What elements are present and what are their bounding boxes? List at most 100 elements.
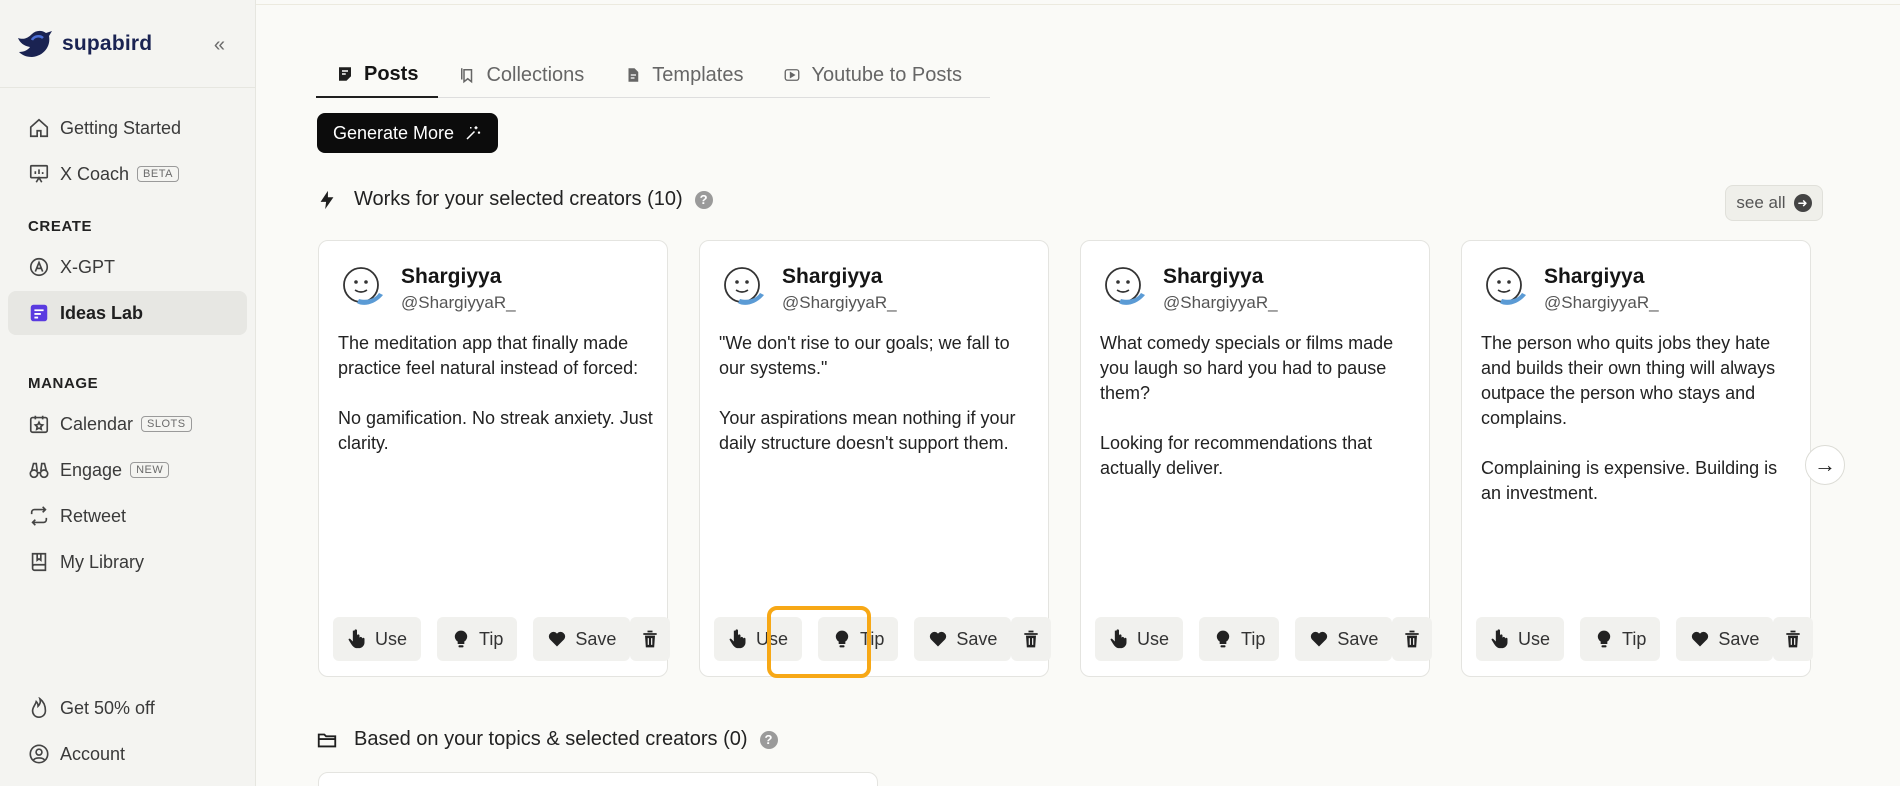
tab-label: Youtube to Posts xyxy=(811,63,962,86)
sidebar-item-label: X Coach xyxy=(60,163,130,184)
author-name: Shargiyya xyxy=(401,265,502,288)
home-icon xyxy=(29,118,49,138)
help-icon[interactable]: ? xyxy=(694,190,713,209)
tip-label: Tip xyxy=(1622,628,1647,649)
carousel-next-button[interactable]: → xyxy=(1805,445,1845,485)
use-label: Use xyxy=(1137,628,1170,649)
post-card: Shargiyya @ShargiyyaR_ "We don't rise to… xyxy=(699,240,1052,677)
tab-youtube-to-posts[interactable]: Youtube to Posts xyxy=(763,52,982,98)
ideas-lab-icon xyxy=(30,304,48,322)
tip-button[interactable]: Tip xyxy=(437,617,518,661)
use-label: Use xyxy=(1518,628,1551,649)
save-label: Save xyxy=(1337,628,1379,649)
sidebar-item-retweet[interactable]: Retweet xyxy=(8,494,247,538)
card-actions: Use Tip Save xyxy=(1095,617,1433,661)
see-all-label: see all xyxy=(1736,193,1786,212)
use-button[interactable]: Use xyxy=(714,617,803,661)
sidebar-item-label: Ideas Lab xyxy=(60,302,144,323)
trash-icon xyxy=(1405,630,1420,648)
calendar-icon xyxy=(29,415,49,434)
arrow-right-icon: ➜ xyxy=(1793,194,1812,212)
hand-pointer-icon xyxy=(1110,629,1127,649)
delete-button[interactable] xyxy=(1392,617,1433,661)
heart-icon xyxy=(549,631,566,647)
help-icon[interactable]: ? xyxy=(759,730,778,749)
use-button[interactable]: Use xyxy=(333,617,422,661)
section-works-title: Works for your selected creators (10) xyxy=(354,188,683,210)
author-handle: @ShargiyyaR_ xyxy=(1544,293,1659,312)
tip-button[interactable]: Tip xyxy=(818,617,899,661)
author-handle: @ShargiyyaR_ xyxy=(782,293,897,312)
sidebar-item-ideas-lab[interactable]: Ideas Lab xyxy=(8,291,247,335)
sidebar-item-x-gpt[interactable]: X-GPT xyxy=(8,245,247,289)
post-card: Shargiyya @ShargiyyaR_ What comedy speci… xyxy=(1080,240,1433,677)
see-all-button[interactable]: see all ➜ xyxy=(1725,185,1823,221)
sidebar: supabird « Getting Started X Coach BETA … xyxy=(0,0,256,786)
binoculars-icon xyxy=(29,462,49,479)
sidebar-item-label: Engage xyxy=(60,459,123,480)
templates-icon xyxy=(628,68,639,82)
use-label: Use xyxy=(756,628,789,649)
nav-top: Getting Started X Coach BETA xyxy=(0,106,255,196)
brand-name: supabird xyxy=(62,31,153,55)
heart-icon xyxy=(1692,631,1709,647)
trash-icon xyxy=(1786,630,1801,648)
save-button[interactable]: Save xyxy=(1676,617,1774,661)
sidebar-item-getting-started[interactable]: Getting Started xyxy=(8,106,247,150)
tab-label: Templates xyxy=(652,63,744,86)
sidebar-item-engage[interactable]: Engage NEW xyxy=(8,448,247,492)
tip-button[interactable]: Tip xyxy=(1580,617,1661,661)
save-button[interactable]: Save xyxy=(1295,617,1393,661)
slots-badge: SLOTS xyxy=(141,416,192,432)
sidebar-item-get-50-off[interactable]: Get 50% off xyxy=(8,686,247,730)
avatar xyxy=(1486,267,1526,305)
lightbulb-icon xyxy=(1216,630,1230,648)
card-header: Shargiyya @ShargiyyaR_ xyxy=(1101,263,1278,313)
nav-bottom: Get 50% off Account xyxy=(8,686,247,778)
sidebar-item-calendar[interactable]: Calendar SLOTS xyxy=(8,402,247,446)
lightning-icon xyxy=(320,190,334,209)
sidebar-item-x-coach[interactable]: X Coach BETA xyxy=(8,152,247,196)
delete-button[interactable] xyxy=(630,617,671,661)
heart-icon xyxy=(930,631,947,647)
sidebar-item-label: Get 50% off xyxy=(60,697,155,718)
new-badge: NEW xyxy=(130,462,170,478)
lightbulb-icon xyxy=(454,630,468,648)
presentation-icon xyxy=(29,164,49,183)
retweet-icon xyxy=(30,506,48,526)
tip-label: Tip xyxy=(1241,628,1266,649)
avatar xyxy=(1105,267,1145,305)
tab-label: Collections xyxy=(486,63,585,86)
brand-header: supabird « xyxy=(0,0,255,88)
card-header: Shargiyya @ShargiyyaR_ xyxy=(1482,263,1659,313)
sidebar-item-account[interactable]: Account xyxy=(8,732,247,776)
sidebar-item-label: Getting Started xyxy=(60,117,182,138)
author-name: Shargiyya xyxy=(782,265,883,288)
delete-button[interactable] xyxy=(1011,617,1052,661)
sidebar-item-label: X-GPT xyxy=(60,256,116,277)
author-name: Shargiyya xyxy=(1163,265,1264,288)
save-button[interactable]: Save xyxy=(914,617,1012,661)
hand-pointer-icon xyxy=(729,629,746,649)
use-button[interactable]: Use xyxy=(1095,617,1184,661)
arrow-right-icon: → xyxy=(1814,452,1836,477)
tip-button[interactable]: Tip xyxy=(1199,617,1280,661)
save-button[interactable]: Save xyxy=(533,617,631,661)
supabird-logo-icon[interactable] xyxy=(16,28,54,60)
sidebar-item-my-library[interactable]: My Library xyxy=(8,540,247,584)
sidebar-item-label: My Library xyxy=(60,551,145,572)
tab-collections[interactable]: Collections xyxy=(438,52,604,98)
delete-button[interactable] xyxy=(1773,617,1814,661)
use-button[interactable]: Use xyxy=(1476,617,1565,661)
tab-posts[interactable]: Posts xyxy=(316,52,439,98)
tab-templates[interactable]: Templates xyxy=(604,52,763,98)
collections-icon xyxy=(461,68,473,84)
card-header: Shargiyya @ShargiyyaR_ xyxy=(339,263,516,313)
create-section-title: CREATE xyxy=(28,218,93,235)
hand-pointer-icon xyxy=(1491,629,1508,649)
lightbulb-icon xyxy=(1597,630,1611,648)
double-chevron-left-icon[interactable]: « xyxy=(214,34,225,57)
author-handle: @ShargiyyaR_ xyxy=(401,293,516,312)
post-card: Shargiyya @ShargiyyaR_ The person who qu… xyxy=(1461,240,1814,677)
generate-more-button[interactable]: Generate More xyxy=(317,113,499,153)
